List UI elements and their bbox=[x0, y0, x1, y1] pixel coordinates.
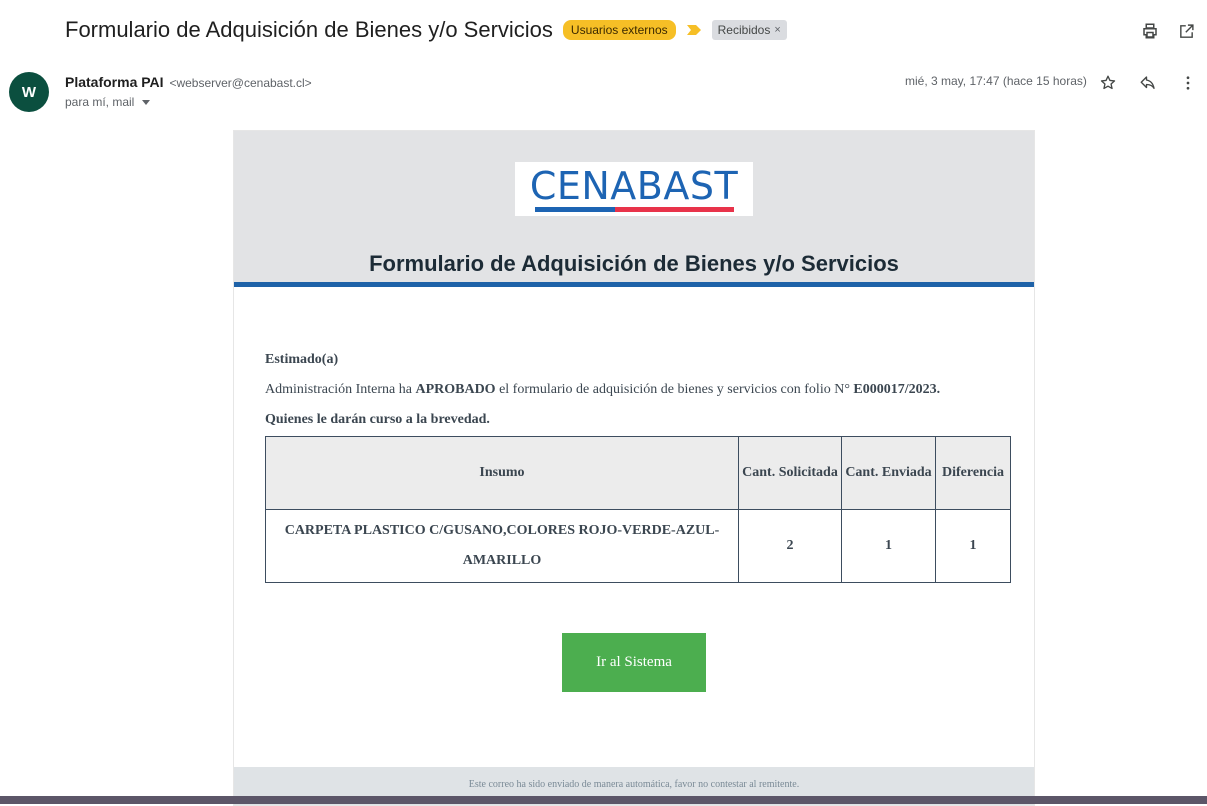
items-table: Insumo Cant. Solicitada Cant. Enviada Di… bbox=[265, 436, 1011, 583]
print-icon[interactable] bbox=[1137, 18, 1163, 44]
recipients-text: para mí, mail bbox=[65, 95, 135, 109]
cell-insumo: CARPETA PLASTICO C/GUSANO,COLORES ROJO-V… bbox=[265, 509, 739, 583]
header-cant-solicitada: Cant. Solicitada bbox=[738, 436, 842, 510]
star-icon[interactable] bbox=[1095, 70, 1121, 96]
message-middle: el formulario de adquisición de bienes y… bbox=[495, 382, 854, 397]
message-date: mié, 3 may, 17:47 (hace 15 horas) bbox=[905, 74, 1087, 88]
message-actions bbox=[1095, 70, 1201, 96]
email-body-card: CENABAST Formulario de Adquisición de Bi… bbox=[233, 130, 1035, 806]
open-in-new-window-icon[interactable] bbox=[1173, 18, 1199, 44]
reply-icon[interactable] bbox=[1135, 70, 1161, 96]
table-header-row: Insumo Cant. Solicitada Cant. Enviada Di… bbox=[265, 436, 1011, 510]
table-row: CARPETA PLASTICO C/GUSANO,COLORES ROJO-V… bbox=[265, 509, 1011, 583]
email-form-title: Formulario de Adquisición de Bienes y/o … bbox=[369, 251, 899, 276]
folio-number: E000017/2023. bbox=[853, 382, 941, 397]
sender-name[interactable]: Plataforma PAI bbox=[65, 74, 164, 90]
message-intro: Administración Interna ha bbox=[265, 382, 416, 397]
email-subject: Formulario de Adquisición de Bienes y/o … bbox=[65, 17, 553, 42]
logo-bar-blue bbox=[535, 207, 615, 212]
greeting: Estimado(a) bbox=[265, 352, 339, 367]
header-insumo: Insumo bbox=[265, 436, 739, 510]
label-recibidos-text: Recibidos bbox=[717, 23, 771, 37]
label-usuarios-externos[interactable]: Usuarios externos bbox=[562, 20, 676, 40]
window-bottom-bar bbox=[0, 796, 1207, 804]
more-vert-icon[interactable] bbox=[1175, 70, 1201, 96]
email-header-banner: CENABAST Formulario de Adquisición de Bi… bbox=[234, 131, 1034, 287]
footer-note: Este correo ha sido enviado de manera au… bbox=[468, 779, 800, 790]
logo-bar-red bbox=[615, 207, 734, 212]
cell-cant-solicitada: 2 bbox=[738, 509, 842, 583]
chevron-down-icon[interactable] bbox=[142, 99, 151, 105]
cell-diferencia: 1 bbox=[935, 509, 1011, 583]
subject-header: Formulario de Adquisición de Bienes y/o … bbox=[65, 14, 787, 46]
recipients-line[interactable]: para mí, mail bbox=[65, 95, 151, 109]
header-cant-enviada: Cant. Enviada bbox=[841, 436, 936, 510]
importance-marker-icon[interactable] bbox=[686, 23, 702, 38]
approval-message: Administración Interna ha APROBADO el fo… bbox=[265, 382, 940, 398]
ir-al-sistema-button[interactable]: Ir al Sistema bbox=[562, 633, 706, 692]
sender-line: Plataforma PAI <webserver@cenabast.cl> bbox=[65, 74, 312, 90]
approval-status: APROBADO bbox=[415, 382, 496, 397]
top-actions bbox=[1137, 18, 1199, 44]
cell-cant-enviada: 1 bbox=[841, 509, 936, 583]
logo-text: CENABAST bbox=[529, 164, 739, 208]
sender-avatar[interactable]: W bbox=[9, 72, 49, 112]
cenabast-logo: CENABAST bbox=[515, 162, 753, 216]
closing-line: Quienes le darán curso a la brevedad. bbox=[265, 412, 490, 427]
header-diferencia: Diferencia bbox=[935, 436, 1011, 510]
remove-label-icon[interactable]: × bbox=[774, 24, 780, 36]
label-recibidos[interactable]: Recibidos × bbox=[711, 20, 787, 40]
sender-email: <webserver@cenabast.cl> bbox=[169, 76, 312, 90]
